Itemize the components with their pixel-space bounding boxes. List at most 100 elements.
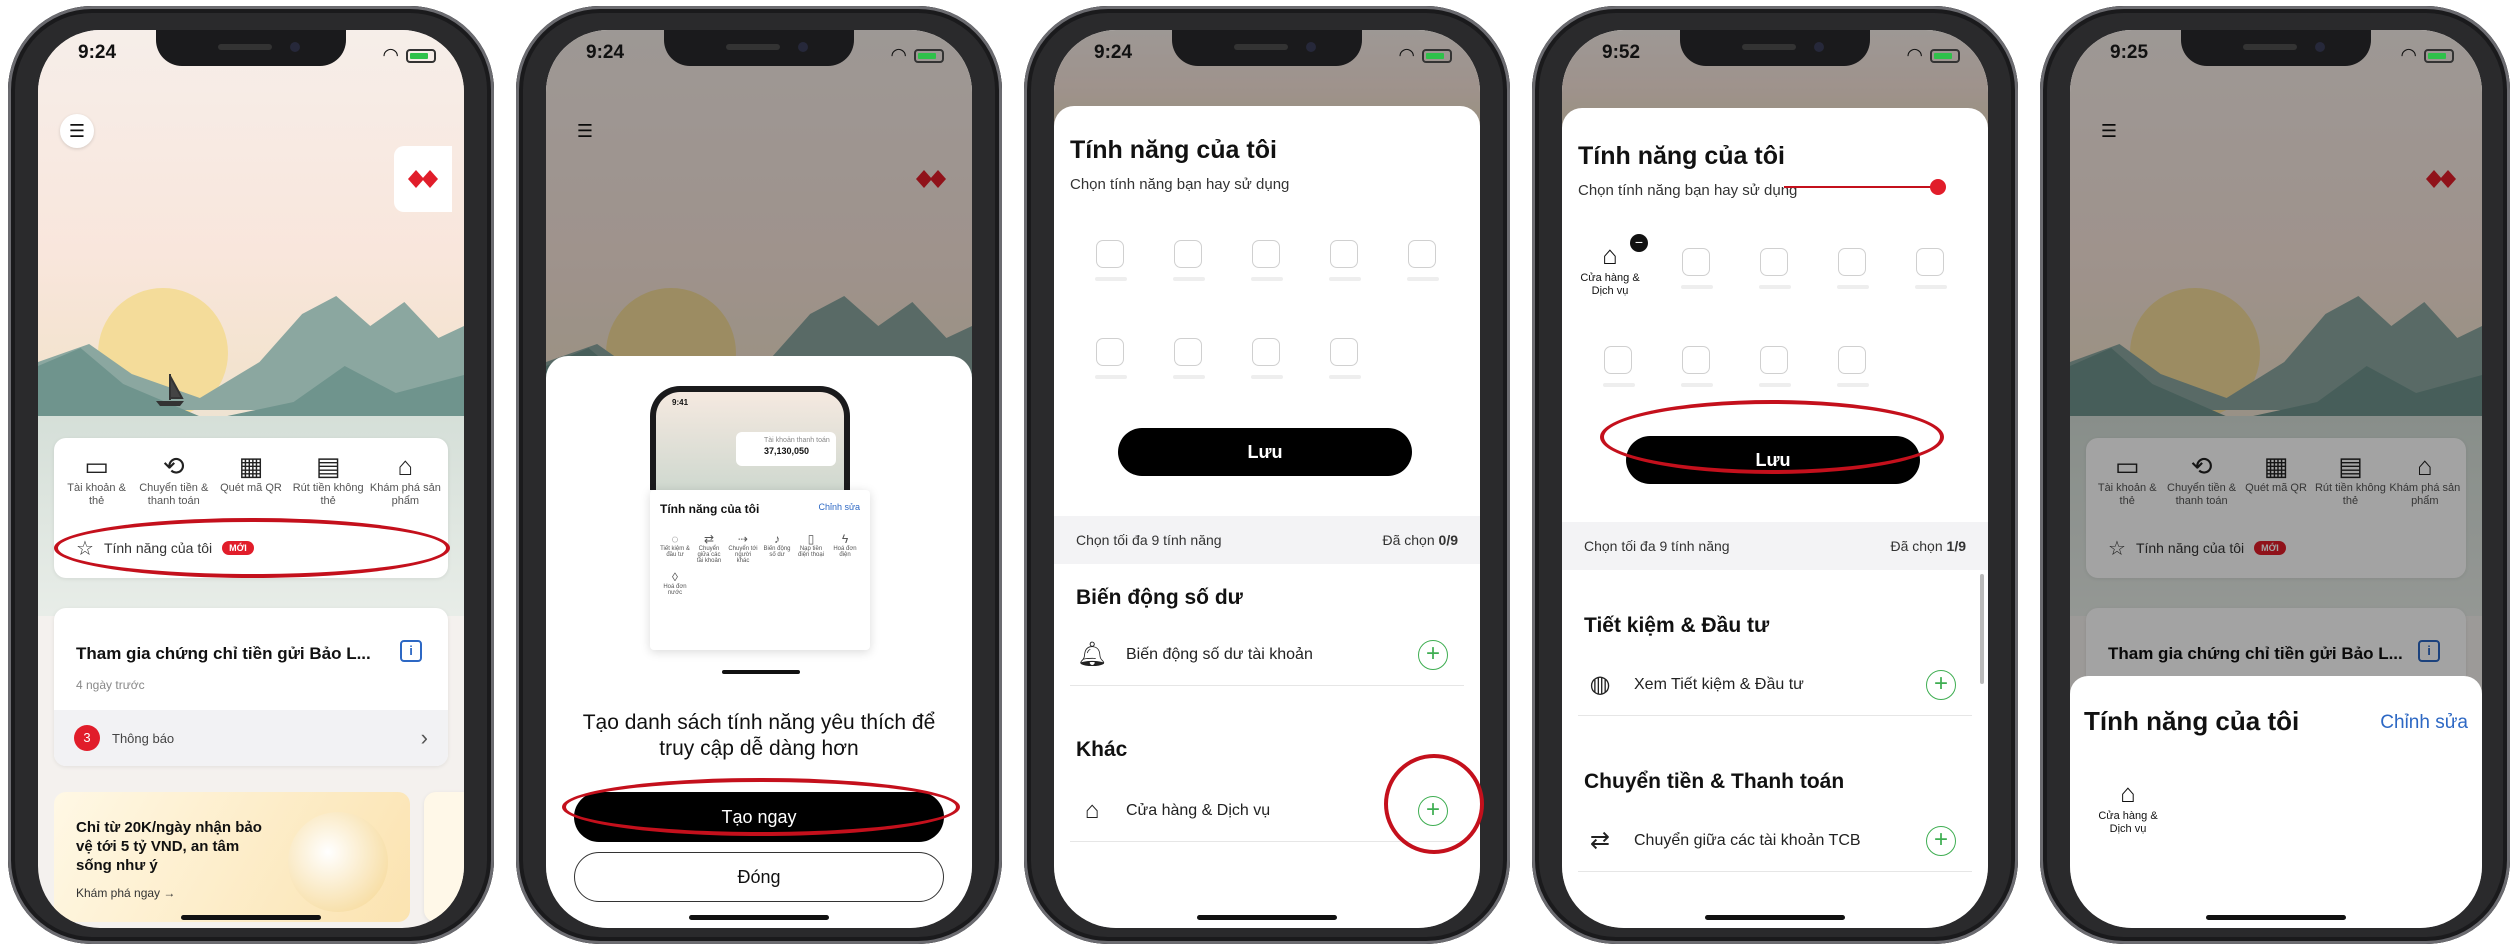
wifi-icon: ◠	[2401, 45, 2416, 66]
add-feature-button[interactable]: +	[1418, 639, 1448, 670]
store-icon: ⌂	[1084, 796, 1100, 824]
empty-slot[interactable]	[1837, 248, 1869, 289]
phone-preview-illustration: 9:41 Tài khoản thanh toán 37,130,050	[650, 386, 850, 490]
status-bar: 9:24 ◠	[38, 42, 464, 72]
quick-action-accounts[interactable]: ▭ Tài khoản & thẻ	[59, 450, 135, 508]
empty-slot[interactable]	[1251, 240, 1283, 281]
empty-slot[interactable]	[1095, 240, 1127, 281]
status-bar: 9:52 ◠	[1562, 42, 1988, 72]
screen-home: 9:24 ◠ ☰ ▭ Tài khoản & thẻ ⟲ Chuyển tiền &…	[38, 30, 464, 928]
empty-slot[interactable]	[1837, 346, 1869, 387]
close-button[interactable]: Đóng	[574, 852, 944, 902]
empty-slot[interactable]	[1095, 338, 1127, 379]
empty-slot[interactable]	[1681, 346, 1713, 387]
screen-intro: 9:24 ◠ ☰ 9:41 Tài khoản thanh toán 37,13…	[546, 30, 972, 928]
remove-feature-button[interactable]: −	[1630, 234, 1648, 252]
status-bar: 9:25 ◠	[2070, 42, 2482, 72]
empty-slot[interactable]	[1329, 338, 1361, 379]
add-feature-button[interactable]: +	[1926, 669, 1956, 700]
empty-slot[interactable]	[1915, 248, 1947, 289]
brand-logo	[394, 146, 452, 212]
section-transfer: Chuyển tiền & Thanh toán	[1584, 770, 1845, 793]
add-feature-button[interactable]: +	[1418, 795, 1448, 826]
notice-time: 4 ngày trước	[76, 678, 145, 692]
promo-banner-next[interactable]	[424, 792, 464, 922]
boat-icon	[156, 374, 184, 406]
edit-link[interactable]: Chỉnh sửa	[2380, 712, 2468, 734]
status-icons: ◠	[1399, 44, 1452, 67]
section-other: Khác	[1076, 738, 1128, 761]
home-indicator	[181, 915, 321, 920]
notification-footer[interactable]: 3 Thông báo ›	[54, 710, 448, 766]
quick-action-explore[interactable]: ⌂ Khám phá sản phẩm	[367, 450, 443, 508]
wifi-icon: ◠	[383, 45, 398, 66]
hamburger-icon: ☰	[68, 120, 86, 141]
piggy-bank-icon	[288, 812, 388, 912]
promo-link[interactable]: Khám phá ngay →	[76, 886, 175, 900]
feature-row-transfer[interactable]: ⇄ Chuyển giữa các tài khoản TCB +	[1578, 810, 1972, 872]
phone-picker-empty: 9:24 ◠ Tính năng của tôi Chọn tính năng …	[1024, 6, 1510, 944]
techcombank-logo-icon	[408, 170, 438, 188]
my-features-entry[interactable]: ☆ Tính năng của tôi MỚI	[66, 530, 436, 566]
empty-slot[interactable]	[1173, 338, 1205, 379]
feature-row-store[interactable]: ⌂ Cửa hàng & Dịch vụ +	[1070, 780, 1464, 842]
transfer-icon: ⟲	[162, 451, 185, 481]
selected-feature-store[interactable]: ⌂ Cửa hàng & Dịch vụ −	[1578, 234, 1648, 298]
empty-slot[interactable]	[1759, 346, 1791, 387]
empty-slot[interactable]	[1759, 248, 1791, 289]
pager-indicator	[722, 670, 800, 674]
star-icon: ☆	[76, 537, 94, 560]
notification-card[interactable]: Tham gia chứng chỉ tiền gửi Bảo L... 4 n…	[54, 608, 448, 766]
create-now-button[interactable]: Tạo ngay	[574, 792, 944, 842]
selected-count: Đã chọn 0/9	[1382, 532, 1458, 548]
scrollbar[interactable]	[1980, 574, 1984, 684]
intro-bottom-sheet: 9:41 Tài khoản thanh toán 37,130,050 Tín…	[546, 356, 972, 928]
status-icons: ◠	[891, 44, 944, 67]
empty-slot[interactable]	[1329, 240, 1361, 281]
feature-picker-sheet: Tính năng của tôi Chọn tính năng bạn hay…	[1562, 108, 1988, 928]
empty-slot[interactable]	[1681, 248, 1713, 289]
status-icons: ◠	[1907, 44, 1960, 67]
menu-button[interactable]: ☰	[60, 114, 94, 148]
feature-row-savings[interactable]: ◍ Xem Tiết kiệm & Đầu tư +	[1578, 654, 1972, 716]
status-icons: ◠	[2401, 44, 2454, 67]
preview-time: 9:41	[672, 398, 689, 407]
feature-row-balance[interactable]: 🔔︎ Biến động số dư tài khoản +	[1070, 624, 1464, 686]
picker-subtitle: Chọn tính năng bạn hay sử dụng	[1070, 176, 1290, 193]
home-indicator	[1705, 915, 1845, 920]
home-indicator	[1197, 915, 1337, 920]
atm-icon: ▤	[315, 451, 341, 481]
picker-subtitle: Chọn tính năng bạn hay sử dụng	[1578, 182, 1798, 199]
screen-picker-empty: 9:24 ◠ Tính năng của tôi Chọn tính năng …	[1054, 30, 1480, 928]
picker-title: Tính năng của tôi	[1578, 142, 1785, 170]
quick-action-transfer[interactable]: ⟲ Chuyển tiền & thanh toán	[136, 450, 212, 508]
info-icon: i	[400, 640, 422, 662]
status-time: 9:24	[586, 42, 625, 63]
section-balance: Biến động số dư	[1076, 586, 1243, 609]
empty-slot[interactable]	[1251, 338, 1283, 379]
add-feature-button[interactable]: +	[1926, 825, 1956, 856]
empty-slot[interactable]	[1407, 240, 1439, 281]
empty-slot[interactable]	[1603, 346, 1635, 387]
phone-intro: 9:24 ◠ ☰ 9:41 Tài khoản thanh toán 37,13…	[516, 6, 1002, 944]
promo-banner[interactable]: Chỉ từ 20K/ngày nhận bảo vệ tới 5 tỷ VND…	[54, 792, 410, 922]
save-button[interactable]: Lưu	[1118, 428, 1412, 476]
empty-slot[interactable]	[1173, 240, 1205, 281]
preview-features-card: Tính năng của tôi Chỉnh sửa ◌ Tiết kiệm &…	[650, 490, 870, 650]
feature-shortcut-store[interactable]: ⌂ Cửa hàng & Dịch vụ	[2092, 776, 2164, 836]
wifi-icon: ◠	[1907, 45, 1922, 66]
chevron-right-icon: ›	[420, 725, 428, 750]
intro-headline: Tạo danh sách tính năng yêu thích để tru…	[582, 711, 936, 760]
quick-action-atm[interactable]: ▤ Rút tiền không thẻ	[290, 450, 366, 508]
status-bar: 9:24 ◠	[1054, 42, 1480, 72]
quick-action-qr[interactable]: ▦ Quét mã QR	[213, 450, 289, 508]
promo-text: Chỉ từ 20K/ngày nhận bảo vệ tới 5 tỷ VND…	[76, 819, 262, 874]
piggy-bank-icon: ◍	[1589, 671, 1611, 698]
home-indicator	[2206, 915, 2346, 920]
sheet-title: Tính năng của tôi	[2084, 706, 2300, 736]
status-bar: 9:24 ◠	[546, 42, 972, 72]
feature-picker-sheet: Tính năng của tôi Chọn tính năng bạn hay…	[1054, 106, 1480, 928]
battery-icon	[1422, 48, 1452, 63]
save-button[interactable]: Lưu	[1626, 436, 1920, 484]
annotation-line	[1784, 186, 1934, 188]
